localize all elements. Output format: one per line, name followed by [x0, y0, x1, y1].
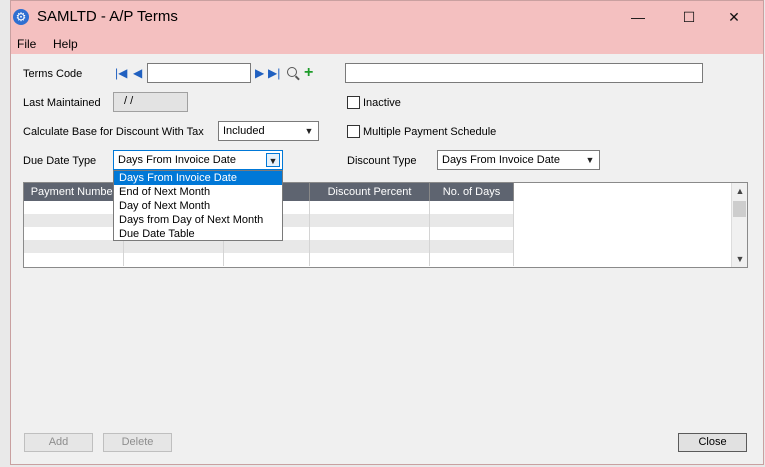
- multiple-payment-checkbox[interactable]: [347, 125, 360, 138]
- add-button[interactable]: Add: [24, 433, 93, 452]
- chevron-down-icon: ▼: [585, 155, 595, 165]
- last-record-icon[interactable]: ▶|: [268, 67, 280, 79]
- close-window-button[interactable]: ✕: [711, 3, 757, 31]
- terms-code-input[interactable]: [147, 63, 251, 83]
- last-maintained-label: Last Maintained: [23, 97, 101, 109]
- previous-record-icon[interactable]: ◀: [133, 67, 142, 79]
- dropdown-option-days-from-day-of-next-month[interactable]: Days from Day of Next Month: [114, 213, 282, 227]
- chevron-up-icon[interactable]: ▲: [732, 183, 748, 199]
- dropdown-option-days-from-invoice-date[interactable]: Days From Invoice Date: [114, 171, 282, 185]
- column-no-of-days[interactable]: No. of Days: [430, 183, 514, 201]
- due-date-type-label: Due Date Type: [23, 155, 97, 167]
- add-record-icon[interactable]: +: [304, 65, 313, 81]
- column-discount-percent[interactable]: Discount Percent: [310, 183, 430, 201]
- column-payment-number[interactable]: Payment Number: [24, 183, 124, 201]
- due-date-type-value: Days From Invoice Date: [118, 154, 236, 166]
- next-record-icon[interactable]: ▶: [255, 67, 264, 79]
- dropdown-option-end-of-next-month[interactable]: End of Next Month: [114, 185, 282, 199]
- menu-file[interactable]: File: [17, 37, 36, 51]
- menu-bar: File Help: [11, 34, 763, 54]
- calc-base-label: Calculate Base for Discount With Tax: [23, 126, 204, 138]
- close-button[interactable]: Close: [678, 433, 747, 452]
- menu-help[interactable]: Help: [53, 37, 78, 51]
- dropdown-option-day-of-next-month[interactable]: Day of Next Month: [114, 199, 282, 213]
- calc-base-select[interactable]: Included ▼: [218, 121, 319, 141]
- last-maintained-value: / /: [113, 92, 188, 112]
- first-record-icon[interactable]: |◀: [115, 67, 127, 79]
- discount-type-label: Discount Type: [347, 155, 417, 167]
- title-bar: ⚙ SAMLTD - A/P Terms — ☐ ✕: [11, 1, 763, 34]
- gear-icon: ⚙: [13, 9, 29, 25]
- delete-button[interactable]: Delete: [103, 433, 172, 452]
- description-input[interactable]: [345, 63, 703, 83]
- grid-vertical-scrollbar[interactable]: ▲ ▼: [731, 183, 747, 267]
- chevron-down-icon[interactable]: ▼: [732, 251, 748, 267]
- lookup-search-icon[interactable]: [287, 67, 297, 77]
- table-row[interactable]: [24, 240, 514, 253]
- inactive-label: Inactive: [363, 97, 401, 109]
- dropdown-option-due-date-table[interactable]: Due Date Table: [114, 227, 282, 241]
- discount-type-select[interactable]: Days From Invoice Date ▼: [437, 150, 600, 170]
- window-title: SAMLTD - A/P Terms: [37, 8, 178, 25]
- multiple-payment-label: Multiple Payment Schedule: [363, 126, 497, 138]
- terms-code-label: Terms Code: [23, 68, 83, 80]
- chevron-down-icon: ▼: [266, 153, 280, 167]
- due-date-type-dropdown-list[interactable]: Days From Invoice Date End of Next Month…: [113, 170, 283, 241]
- calc-base-value: Included: [223, 125, 265, 137]
- inactive-checkbox[interactable]: [347, 96, 360, 109]
- scroll-thumb[interactable]: [733, 201, 746, 217]
- minimize-button[interactable]: —: [615, 3, 661, 31]
- table-row[interactable]: [24, 253, 514, 266]
- chevron-down-icon: ▼: [304, 126, 314, 136]
- due-date-type-select[interactable]: Days From Invoice Date ▼: [113, 150, 283, 170]
- maximize-button[interactable]: ☐: [666, 3, 712, 31]
- ap-terms-window: ⚙ SAMLTD - A/P Terms — ☐ ✕ File Help Ter…: [10, 0, 764, 465]
- background-window: [0, 0, 10, 467]
- discount-type-value: Days From Invoice Date: [442, 154, 560, 166]
